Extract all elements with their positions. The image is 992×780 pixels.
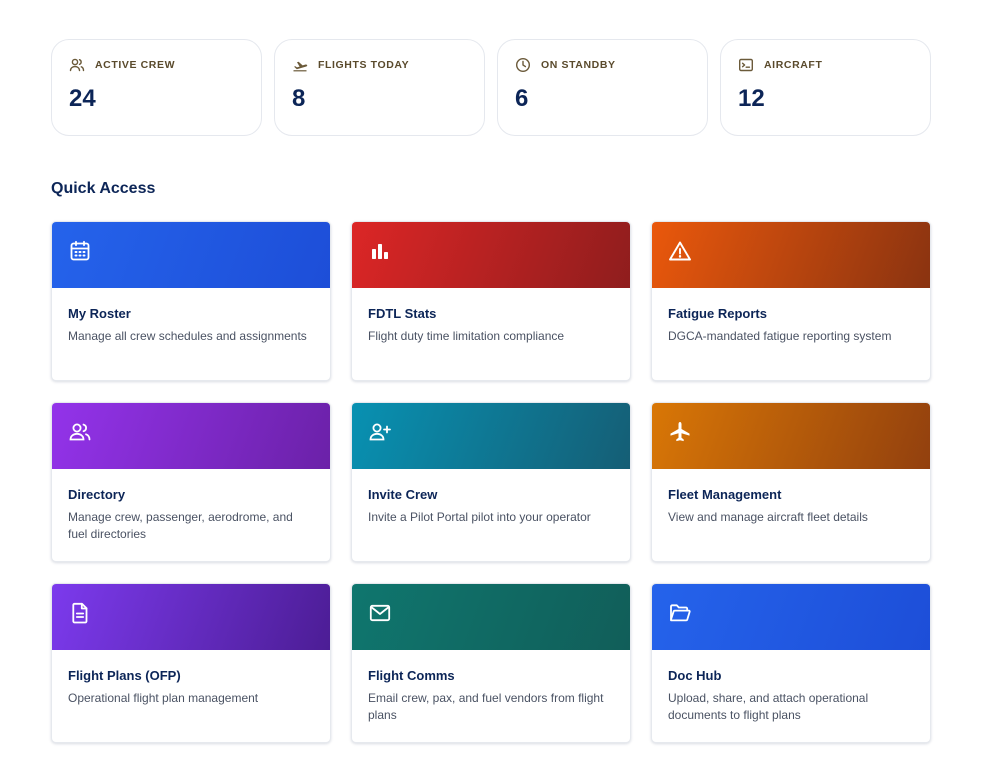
calendar-icon [68, 239, 92, 268]
card-banner [652, 222, 930, 288]
section-title: Quick Access [51, 180, 156, 197]
card-flight-comms[interactable]: Flight Comms Email crew, pax, and fuel v… [351, 583, 631, 743]
plane-departure-icon [292, 57, 308, 73]
card-description: Email crew, pax, and fuel vendors from f… [368, 691, 604, 722]
card-banner [352, 222, 630, 288]
card-description: Operational flight plan management [68, 691, 259, 705]
card-description: Manage crew, passenger, aerodrome, and f… [68, 510, 293, 541]
card-description: DGCA-mandated fatigue reporting system [668, 329, 892, 343]
bar-chart-icon [368, 239, 392, 268]
stat-card-aircraft: AIRCRAFT 12 [720, 39, 931, 136]
card-fdtl-stats[interactable]: FDTL Stats Flight duty time limitation c… [351, 221, 631, 381]
stat-value: 12 [738, 85, 765, 112]
card-description: View and manage aircraft fleet details [668, 510, 868, 524]
terminal-icon [738, 57, 754, 73]
card-description: Invite a Pilot Portal pilot into your op… [368, 510, 591, 524]
document-icon [68, 601, 92, 630]
card-title: FDTL Stats [368, 306, 437, 321]
card-banner [352, 403, 630, 469]
card-banner [52, 403, 330, 469]
card-description: Upload, share, and attach operational do… [668, 691, 869, 722]
stat-value: 6 [515, 85, 529, 112]
card-title: My Roster [68, 306, 131, 321]
folder-open-icon [668, 601, 692, 630]
card-banner [52, 222, 330, 288]
card-title: Doc Hub [668, 668, 722, 683]
warning-icon [668, 239, 692, 268]
stat-label: ACTIVE CREW [95, 59, 176, 71]
stat-label: FLIGHTS TODAY [318, 59, 410, 71]
card-title: Directory [68, 487, 126, 502]
card-title: Flight Comms [368, 668, 455, 683]
card-banner [652, 403, 930, 469]
card-description: Flight duty time limitation compliance [368, 329, 565, 343]
mail-icon [368, 601, 392, 630]
plane-icon [668, 420, 692, 449]
card-banner [52, 584, 330, 650]
stat-label: ON STANDBY [541, 59, 616, 71]
card-title: Invite Crew [368, 487, 438, 502]
quick-access-grid: My Roster Manage all crew schedules and … [51, 221, 931, 743]
card-my-roster[interactable]: My Roster Manage all crew schedules and … [51, 221, 331, 381]
card-fleet-management[interactable]: Fleet Management View and manage aircraf… [651, 402, 931, 562]
users-icon [68, 420, 92, 449]
card-fatigue-reports[interactable]: Fatigue Reports DGCA-mandated fatigue re… [651, 221, 931, 381]
users-icon [69, 57, 85, 73]
card-title: Fatigue Reports [668, 306, 767, 321]
user-plus-icon [368, 420, 392, 449]
stat-card-flights-today: FLIGHTS TODAY 8 [274, 39, 485, 136]
card-title: Flight Plans (OFP) [68, 668, 181, 683]
card-flight-plans[interactable]: Flight Plans (OFP) Operational flight pl… [51, 583, 331, 743]
card-title: Fleet Management [668, 487, 782, 502]
card-doc-hub[interactable]: Doc Hub Upload, share, and attach operat… [651, 583, 931, 743]
stat-card-active-crew: ACTIVE CREW 24 [51, 39, 262, 136]
stat-value: 8 [292, 85, 306, 112]
card-banner [352, 584, 630, 650]
card-banner [652, 584, 930, 650]
clock-icon [515, 57, 531, 73]
card-directory[interactable]: Directory Manage crew, passenger, aerodr… [51, 402, 331, 562]
stat-label: AIRCRAFT [764, 59, 823, 71]
stats-row: ACTIVE CREW 24 FLIGHTS TODAY 8 ON STANDB… [51, 39, 931, 136]
card-description: Manage all crew schedules and assignment… [68, 329, 307, 343]
stat-value: 24 [69, 85, 96, 112]
card-invite-crew[interactable]: Invite Crew Invite a Pilot Portal pilot … [351, 402, 631, 562]
stat-card-on-standby: ON STANDBY 6 [497, 39, 708, 136]
